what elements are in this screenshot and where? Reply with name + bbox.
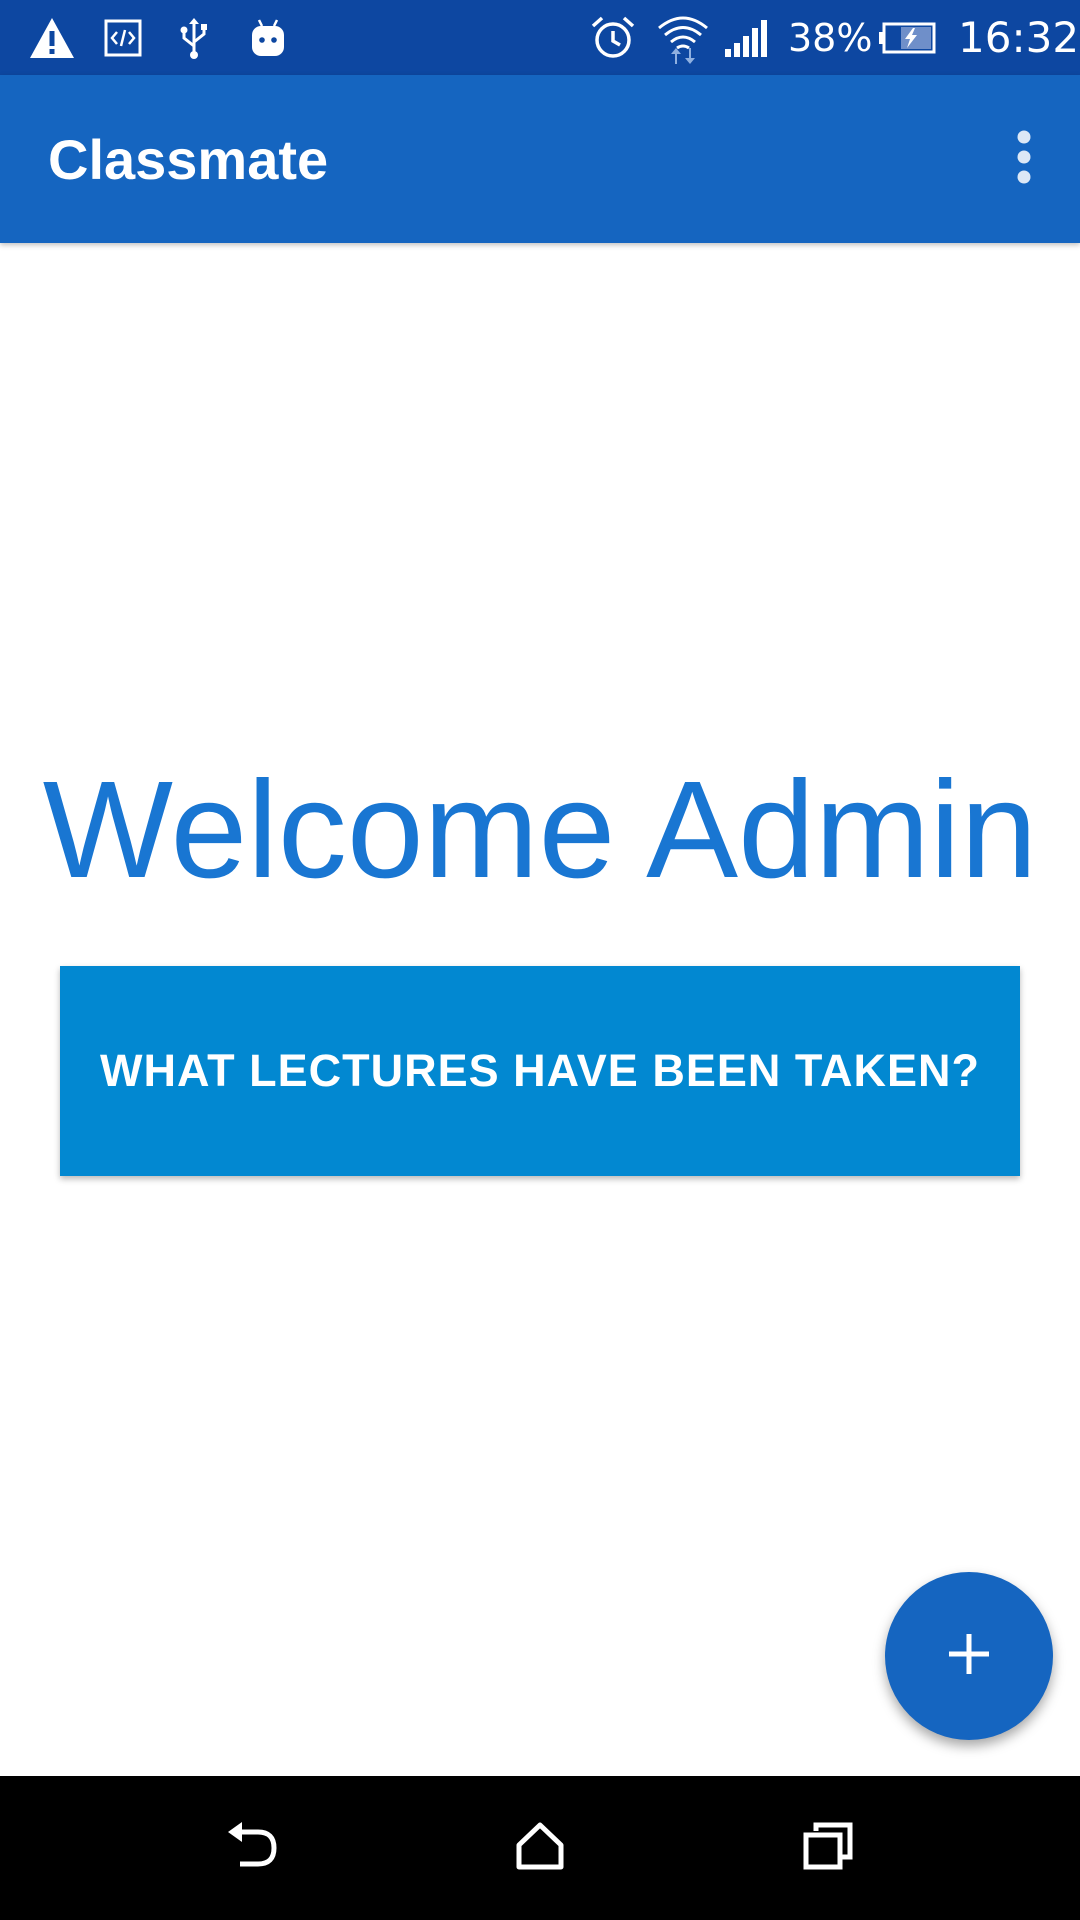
lectures-taken-button[interactable]: WHAT LECTURES HAVE BEEN TAKEN? xyxy=(60,966,1020,1176)
battery-percent: 38% xyxy=(788,15,873,60)
home-icon xyxy=(515,1821,565,1876)
plus-icon xyxy=(945,1630,993,1683)
developer-code-icon xyxy=(102,0,144,75)
recents-button[interactable] xyxy=(756,1776,900,1920)
home-button[interactable] xyxy=(468,1776,612,1920)
recents-icon xyxy=(802,1821,854,1876)
add-fab-button[interactable] xyxy=(885,1572,1053,1740)
back-button[interactable] xyxy=(180,1776,324,1920)
back-icon xyxy=(224,1820,280,1877)
usb-icon xyxy=(174,0,214,75)
alarm-icon xyxy=(588,0,638,75)
overflow-menu-button[interactable] xyxy=(984,119,1064,199)
overflow-menu-icon xyxy=(1016,130,1032,189)
wifi-icon xyxy=(656,0,710,75)
lectures-taken-label: WHAT LECTURES HAVE BEEN TAKEN? xyxy=(100,1045,980,1096)
status-time: 16:32 xyxy=(958,13,1080,62)
screen: 38% 16:32 Classmate Welcome Admin WHAT L… xyxy=(0,0,1080,1920)
signal-icon xyxy=(722,0,772,75)
android-debug-icon xyxy=(246,0,290,75)
status-bar: 38% 16:32 xyxy=(0,0,1080,75)
battery-charging-icon xyxy=(876,0,938,75)
welcome-heading: Welcome Admin xyxy=(42,753,1038,907)
warning-icon xyxy=(26,0,78,75)
app-bar: Classmate xyxy=(0,75,1080,243)
app-title: Classmate xyxy=(48,127,329,191)
navigation-bar xyxy=(0,1776,1080,1920)
